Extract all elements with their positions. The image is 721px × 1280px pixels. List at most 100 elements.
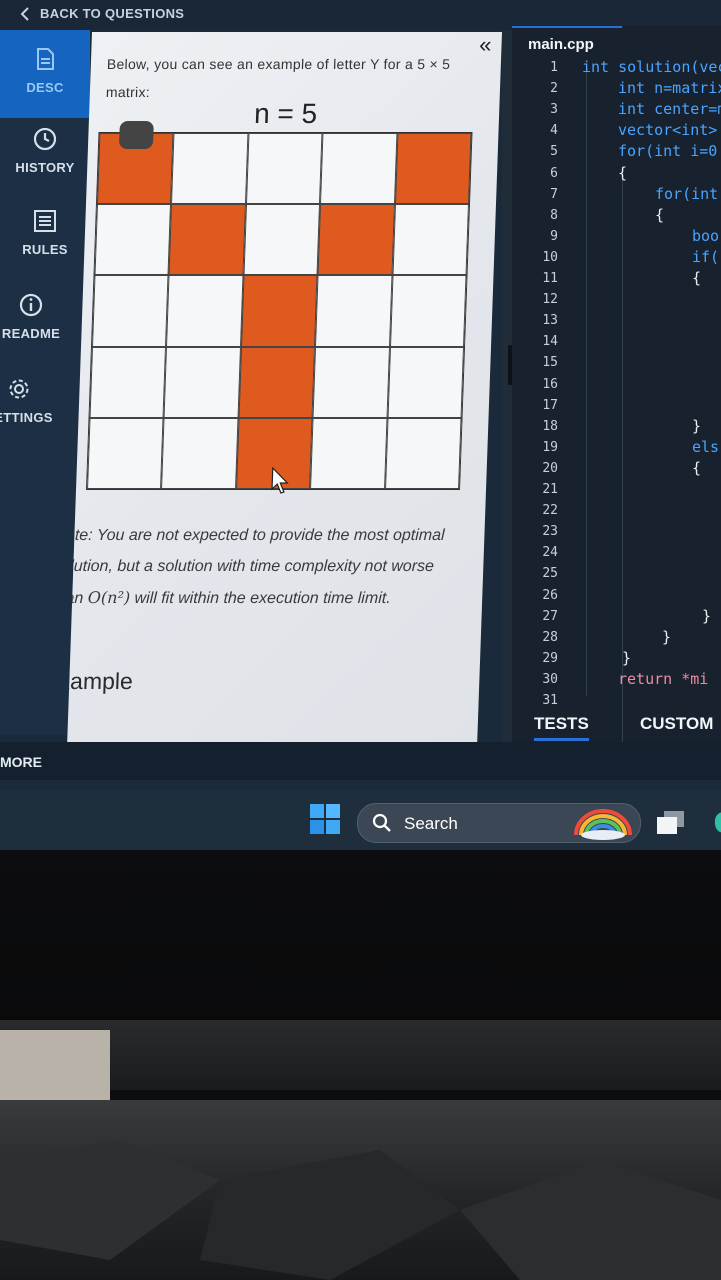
- search-label: Search: [404, 814, 458, 833]
- sidebar-item-label: DESC: [26, 80, 64, 95]
- sidebar-item-history[interactable]: HISTORY: [0, 126, 90, 186]
- tab-tests[interactable]: TESTS: [534, 714, 589, 741]
- line-number: 10: [542, 249, 558, 265]
- line-number: 19: [542, 439, 558, 455]
- line-number: 15: [542, 355, 558, 371]
- line-number: 20: [542, 460, 558, 476]
- edge-icon[interactable]: [712, 810, 721, 834]
- matrix-cell: [245, 133, 323, 205]
- laptop-keyboard-deck: [0, 1100, 721, 1280]
- matrix-cell: [171, 133, 249, 205]
- task-view-icon[interactable]: [656, 810, 686, 836]
- matrix-cell: [320, 133, 398, 205]
- sidebar-item-label: HISTORY: [15, 160, 75, 175]
- matrix-cell: [163, 346, 241, 418]
- code-line: return *mi: [618, 669, 709, 688]
- code-line: for(int i=0: [618, 142, 718, 161]
- line-number: 18: [542, 418, 558, 434]
- matrix-cell: [238, 346, 316, 418]
- matrix-cell: [315, 275, 393, 347]
- sidebar-item-readme[interactable]: README: [0, 292, 76, 352]
- indent-guide: [586, 66, 587, 696]
- line-number: 2: [550, 81, 558, 97]
- matrix-cell: [310, 417, 388, 489]
- sidebar-item-settings[interactable]: SETTINGS: [0, 376, 64, 436]
- matrix-cell: [394, 133, 472, 205]
- line-number: 11: [542, 271, 558, 286]
- description-panel: « Below, you can see an example of lette…: [67, 32, 503, 742]
- line-number: 27: [542, 608, 558, 624]
- matrix-title: n = 5: [253, 98, 318, 129]
- line-number: 17: [542, 397, 558, 413]
- matrix-cell: [161, 417, 239, 489]
- sidebar-item-label: RULES: [22, 242, 68, 257]
- windows-start-icon[interactable]: [310, 804, 340, 834]
- note-complexity: O(n²): [87, 588, 131, 607]
- sidebar-item-rules[interactable]: RULES: [0, 208, 90, 268]
- note-text-2: will fit within the execution time limit…: [129, 590, 391, 607]
- matrix-cell: [240, 275, 318, 347]
- line-number: 3: [550, 102, 558, 118]
- code-line: }: [622, 648, 632, 667]
- chevron-left-icon: [20, 6, 29, 21]
- matrix-cell: [89, 346, 167, 418]
- matrix-cell: [92, 275, 169, 347]
- brain-badge-icon: [118, 121, 154, 149]
- code-line: }: [702, 606, 712, 625]
- file-tab-label: main.cpp: [528, 36, 594, 53]
- tab-custom[interactable]: CUSTOM: [640, 714, 713, 734]
- line-number: 6: [550, 165, 558, 181]
- line-number: 28: [542, 629, 558, 645]
- line-number: 7: [550, 186, 558, 202]
- code-line: boo: [692, 226, 720, 245]
- matrix-cell: [94, 204, 172, 276]
- sidebar-item-desc[interactable]: DESC: [0, 30, 90, 118]
- rainbow-widget-icon[interactable]: [572, 805, 634, 841]
- line-number: 21: [542, 482, 558, 497]
- line-number: 16: [542, 376, 558, 392]
- code-line: {: [655, 205, 665, 224]
- line-number: 30: [542, 671, 558, 687]
- back-label: BACK TO QUESTIONS: [40, 6, 185, 21]
- code-line: int n=matrix: [618, 79, 721, 98]
- more-label: MORE: [0, 754, 42, 770]
- complexity-note: Note: You are not expected to provide th…: [67, 520, 465, 614]
- line-number: 1: [550, 60, 558, 75]
- code-line: els: [692, 437, 720, 456]
- code-editor[interactable]: main.cpp 1 2 3 4 5 6 7 8 9 10 11 12 13 14 15 16 17 18 19 20…: [512, 26, 721, 742]
- line-number: 9: [550, 228, 558, 244]
- matrix-cell: [317, 204, 395, 276]
- matrix-cell: [392, 204, 469, 276]
- panel-resize-divider[interactable]: [502, 30, 513, 742]
- document-icon: [37, 48, 54, 70]
- back-to-questions-link[interactable]: BACK TO QUESTIONS: [20, 6, 184, 21]
- line-number: 14: [542, 334, 558, 350]
- list-icon: [34, 210, 56, 232]
- matrix-cell: [87, 417, 164, 489]
- line-number: 23: [542, 524, 558, 540]
- code-line: if(: [692, 247, 720, 266]
- line-number: 12: [542, 292, 558, 308]
- letter-y-matrix: [86, 121, 473, 494]
- matrix-cell: [384, 417, 462, 489]
- line-number: 13: [542, 313, 558, 329]
- example-heading: Example: [67, 668, 134, 694]
- line-number: 4: [550, 123, 558, 139]
- code-line: int center=m: [618, 100, 721, 119]
- code-line: {: [692, 458, 702, 477]
- line-number: 5: [550, 144, 558, 160]
- mouse-cursor-icon: [271, 467, 289, 494]
- sidebar-more[interactable]: MORE: [0, 742, 721, 780]
- matrix-cell: [387, 346, 465, 418]
- clock-icon: [33, 127, 57, 151]
- search-icon: [372, 813, 391, 832]
- line-number: 25: [542, 566, 558, 582]
- windows-taskbar: Search: [0, 790, 721, 850]
- matrix-cell: [243, 204, 321, 276]
- file-tab[interactable]: main.cpp: [512, 26, 622, 56]
- matrix-cell: [168, 204, 246, 276]
- editor-bottom-tabs: TESTS CUSTOM: [512, 706, 721, 742]
- code-line: }: [692, 416, 702, 435]
- line-number: 22: [542, 503, 558, 519]
- line-number: 8: [550, 207, 558, 223]
